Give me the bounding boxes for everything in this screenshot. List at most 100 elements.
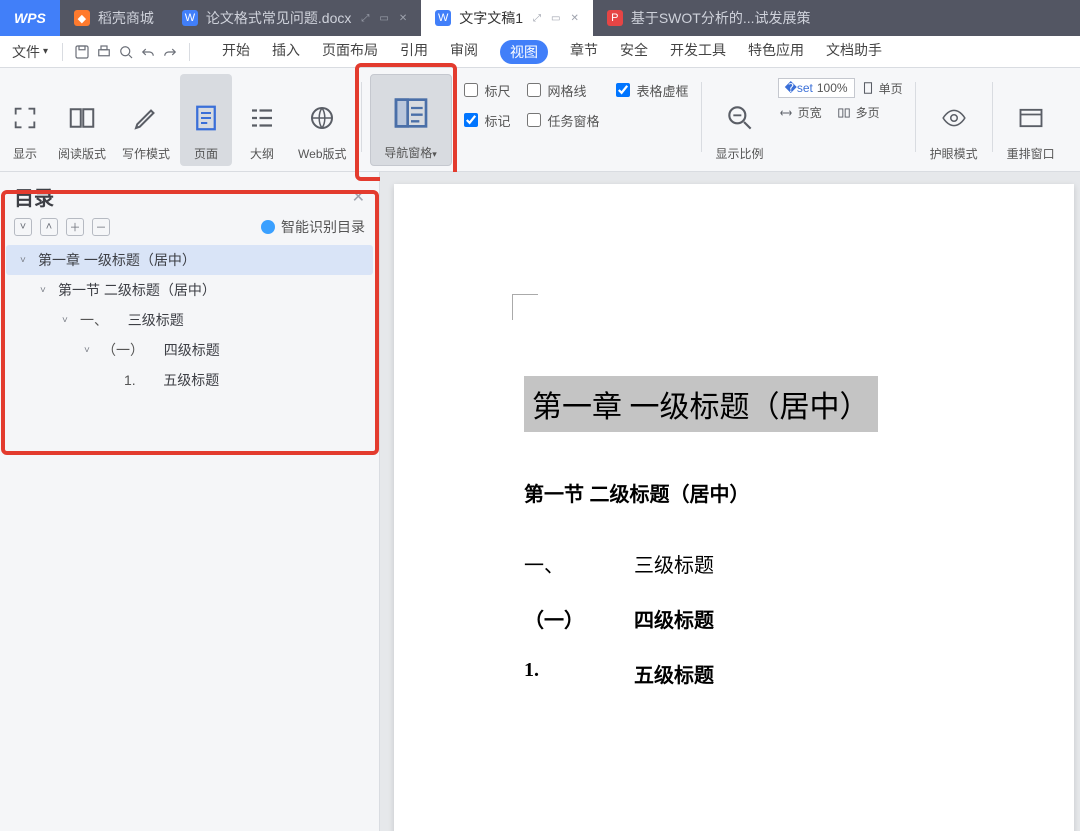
label: 显示 bbox=[13, 145, 37, 162]
tree-node[interactable]: ˅ 第一章 一级标题（居中） bbox=[6, 245, 373, 275]
single-page-icon[interactable]: 单页 bbox=[861, 80, 903, 97]
menu-insert[interactable]: 插入 bbox=[272, 40, 300, 64]
page-icon bbox=[186, 95, 226, 141]
menu-security[interactable]: 安全 bbox=[620, 40, 648, 64]
redo-icon[interactable] bbox=[161, 43, 179, 61]
btn-page-view[interactable]: 页面 bbox=[180, 74, 232, 166]
tab-window-controls: ⤢▭✕ bbox=[361, 13, 407, 24]
btn-write-mode[interactable]: 写作模式 bbox=[116, 74, 176, 166]
navigation-pane: 目录 ✕ ˅ ˄ ＋ － 智能识别目录 ˅ 第一章 一级标题（居中） ˅第一节 二… bbox=[0, 172, 380, 831]
menu-view[interactable]: 视图 bbox=[500, 40, 548, 64]
expand-all-icon[interactable]: ˄ bbox=[40, 218, 58, 236]
btn-navigation-pane[interactable]: 导航窗格▾ bbox=[370, 74, 452, 166]
app-tab-bar: WPS ◆ 稻壳商城 W 论文格式常见问题.docx ⤢▭✕ W 文字文稿1 ⤢… bbox=[0, 0, 1080, 36]
tab-window-controls: ⤢▭✕ bbox=[533, 13, 579, 24]
nav-pane-icon bbox=[387, 86, 435, 140]
btn-read-mode[interactable]: 阅读版式 bbox=[52, 74, 112, 166]
label: 页面 bbox=[194, 145, 218, 162]
node-label: 五级标题 bbox=[163, 370, 219, 390]
file-label: 文件 bbox=[12, 42, 40, 62]
print-icon[interactable] bbox=[95, 43, 113, 61]
btn-fullscreen[interactable]: 显示 bbox=[2, 74, 48, 166]
chk-ruler[interactable]: 标尺 bbox=[460, 80, 511, 100]
tree-node[interactable]: ˅一、 三级标题 bbox=[6, 305, 373, 335]
close-icon[interactable]: ✕ bbox=[352, 187, 365, 207]
separator bbox=[915, 82, 916, 152]
label: 重排窗口 bbox=[1007, 145, 1055, 162]
view-checkboxes-3: 表格虚框 bbox=[608, 74, 693, 128]
menu-start[interactable]: 开始 bbox=[222, 40, 250, 64]
outline-icon bbox=[242, 95, 282, 141]
text: 四级标题 bbox=[634, 604, 714, 633]
label: 大纲 bbox=[250, 145, 274, 162]
node-number: 1. bbox=[124, 372, 136, 388]
tab-doc-3[interactable]: P 基于SWOT分析的...试发展策 bbox=[593, 0, 825, 36]
separator bbox=[361, 82, 362, 152]
number: 一、 bbox=[524, 549, 594, 578]
file-menu[interactable]: 文件 ▾ bbox=[4, 40, 56, 64]
tab-label: 稻壳商城 bbox=[98, 8, 154, 28]
word-icon: W bbox=[182, 10, 198, 26]
tab-doc-1[interactable]: W 论文格式常见问题.docx ⤢▭✕ bbox=[168, 0, 421, 36]
document-viewport[interactable]: 第一章 一级标题（居中） 第一节 二级标题（居中） 一、三级标题 （一）四级标题… bbox=[380, 172, 1080, 831]
margin-corner bbox=[512, 294, 538, 320]
smart-toc[interactable]: 智能识别目录 bbox=[261, 217, 365, 237]
btn-eye-mode[interactable]: 护眼模式 bbox=[924, 74, 984, 166]
tab-wps-home[interactable]: WPS bbox=[0, 0, 60, 36]
chk-grid[interactable]: 网格线 bbox=[523, 80, 600, 100]
quick-access bbox=[69, 43, 183, 61]
remove-level-icon[interactable]: － bbox=[92, 218, 110, 236]
menu-review[interactable]: 审阅 bbox=[450, 40, 478, 64]
tree-node[interactable]: ˅（一） 四级标题 bbox=[6, 335, 373, 365]
label: 护眼模式 bbox=[930, 145, 978, 162]
menu-special[interactable]: 特色应用 bbox=[748, 40, 804, 64]
tab-label: 基于SWOT分析的...试发展策 bbox=[631, 8, 811, 28]
multi-page-icon[interactable]: 多页 bbox=[836, 104, 880, 121]
btn-reflow-window[interactable]: 重排窗口 bbox=[1001, 74, 1061, 166]
btn-zoom[interactable]: 显示比例 bbox=[710, 74, 770, 166]
menu-helper[interactable]: 文档助手 bbox=[826, 40, 882, 64]
undo-icon[interactable] bbox=[139, 43, 157, 61]
collapse-all-icon[interactable]: ˅ bbox=[14, 218, 32, 236]
heading-5: 1.五级标题 bbox=[524, 659, 974, 688]
fullscreen-icon bbox=[8, 95, 42, 141]
page-width-icon[interactable]: 页宽 bbox=[778, 104, 822, 121]
ai-icon bbox=[261, 220, 275, 234]
menu-layout[interactable]: 页面布局 bbox=[322, 40, 378, 64]
zoom-controls: �set100% 单页 页宽 多页 bbox=[774, 74, 907, 121]
add-level-icon[interactable]: ＋ bbox=[66, 218, 84, 236]
chk-table-virtual[interactable]: 表格虚框 bbox=[612, 80, 689, 100]
tree-node[interactable]: ˅1. 五级标题 bbox=[6, 365, 373, 395]
label: 导航窗格▾ bbox=[384, 144, 437, 161]
separator bbox=[701, 82, 702, 152]
zoom-icon bbox=[720, 95, 760, 141]
separator bbox=[992, 82, 993, 152]
node-label: 四级标题 bbox=[164, 340, 220, 360]
text: 三级标题 bbox=[634, 549, 714, 578]
save-icon[interactable] bbox=[73, 43, 91, 61]
menu-ref[interactable]: 引用 bbox=[400, 40, 428, 64]
chk-mark[interactable]: 标记 bbox=[460, 110, 511, 130]
view-checkboxes-1: 标尺 标记 bbox=[456, 74, 515, 130]
work-area: 目录 ✕ ˅ ˄ ＋ － 智能识别目录 ˅ 第一章 一级标题（居中） ˅第一节 二… bbox=[0, 172, 1080, 831]
chevron-down-icon: ˅ bbox=[20, 255, 32, 266]
heading-1: 第一章 一级标题（居中） bbox=[524, 376, 878, 432]
ribbon-view: 显示 阅读版式 写作模式 页面 大纲 Web版式 导航窗格▾ 标尺 标记 网格线… bbox=[0, 68, 1080, 172]
node-label: 第一章 一级标题（居中） bbox=[38, 250, 196, 270]
zoom-100[interactable]: �set100% bbox=[778, 78, 855, 98]
menu-dev[interactable]: 开发工具 bbox=[670, 40, 726, 64]
menu-bar: 文件 ▾ 开始 插入 页面布局 引用 审阅 视图 章节 安全 开发工具 特色应用… bbox=[0, 36, 1080, 68]
tab-doc-2-active[interactable]: W 文字文稿1 ⤢▭✕ bbox=[421, 0, 593, 36]
nav-title: 目录 bbox=[14, 182, 54, 211]
label: 表格虚框 bbox=[637, 81, 689, 100]
label: 阅读版式 bbox=[58, 145, 106, 162]
label: 标记 bbox=[485, 111, 511, 130]
btn-outline-view[interactable]: 大纲 bbox=[236, 74, 288, 166]
tree-node[interactable]: ˅第一节 二级标题（居中） bbox=[6, 275, 373, 305]
preview-icon[interactable] bbox=[117, 43, 135, 61]
menu-chapter[interactable]: 章节 bbox=[570, 40, 598, 64]
chk-taskpane[interactable]: 任务窗格 bbox=[523, 110, 600, 130]
tab-store[interactable]: ◆ 稻壳商城 bbox=[60, 0, 168, 36]
btn-web-view[interactable]: Web版式 bbox=[292, 74, 352, 166]
label: 智能识别目录 bbox=[281, 217, 365, 237]
